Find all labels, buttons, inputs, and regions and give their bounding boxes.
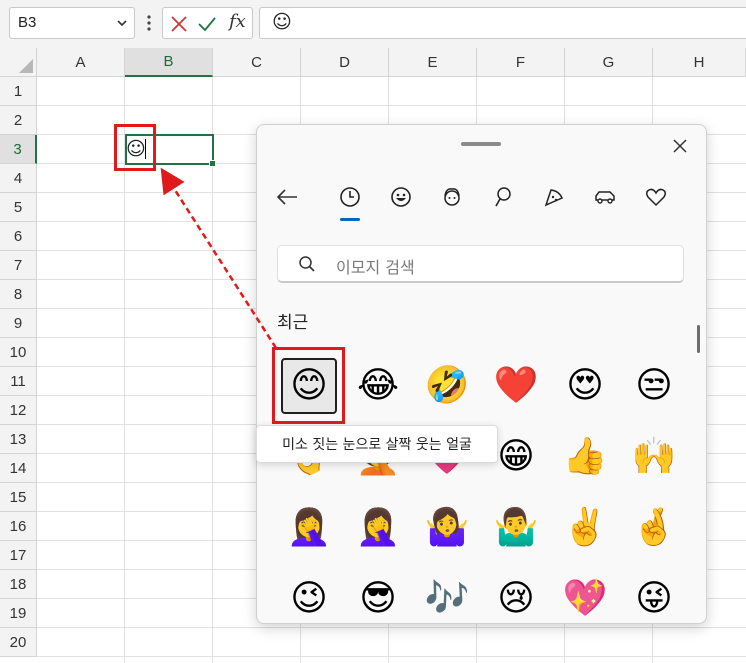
emoji-item[interactable]: 🤞 <box>626 500 682 556</box>
tab-food-pizza-icon[interactable] <box>540 183 568 211</box>
row-header-6[interactable]: 6 <box>0 222 37 251</box>
row-header-20[interactable]: 20 <box>0 628 37 657</box>
tab-recent-clock-icon[interactable] <box>336 183 364 211</box>
row-header-17[interactable]: 17 <box>0 541 37 570</box>
emoji-item[interactable]: 😂 <box>350 358 406 414</box>
close-icon[interactable] <box>669 135 691 157</box>
row-header-10[interactable]: 10 <box>0 338 37 367</box>
emoji-item[interactable]: 🙌 <box>626 429 682 485</box>
emoji-item[interactable]: 👍 <box>557 429 613 485</box>
column-header-c[interactable]: C <box>213 48 301 77</box>
name-box-value: B3 <box>18 14 37 31</box>
emoji-item[interactable]: 😢 <box>488 571 544 623</box>
highlight-box-emoji <box>272 347 345 424</box>
column-header-h[interactable]: H <box>653 48 746 77</box>
active-tab-indicator <box>340 218 360 221</box>
row-header-12[interactable]: 12 <box>0 396 37 425</box>
row-gridline <box>37 105 746 106</box>
row-header-14[interactable]: 14 <box>0 454 37 483</box>
row-header-4[interactable]: 4 <box>0 164 37 193</box>
formula-buttons: fx <box>162 7 253 39</box>
row-header-13[interactable]: 13 <box>0 425 37 454</box>
search-icon <box>299 256 315 272</box>
row-header-2[interactable]: 2 <box>0 106 37 135</box>
row-header-9[interactable]: 9 <box>0 309 37 338</box>
row-gridline <box>37 656 746 657</box>
section-title-recent: 최근 <box>277 313 309 333</box>
column-header-a[interactable]: A <box>37 48 125 77</box>
select-all-button[interactable] <box>0 48 37 77</box>
name-box[interactable]: B3 <box>9 7 135 39</box>
row-header-7[interactable]: 7 <box>0 251 37 280</box>
row-header-15[interactable]: 15 <box>0 483 37 512</box>
row-header-19[interactable]: 19 <box>0 599 37 628</box>
emoji-item[interactable]: 🤷‍♂️ <box>488 500 544 556</box>
tab-nature-icon[interactable] <box>489 183 517 211</box>
cancel-icon[interactable] <box>170 15 188 33</box>
row-header-5[interactable]: 5 <box>0 193 37 222</box>
scrollbar-thumb[interactable] <box>697 325 700 353</box>
column-header-f[interactable]: F <box>477 48 565 77</box>
emoji-item[interactable]: ✌️ <box>557 500 613 556</box>
highlight-box-cell <box>114 124 156 171</box>
emoji-item[interactable]: 💖 <box>557 571 613 623</box>
back-arrow-icon[interactable] <box>273 183 301 211</box>
tab-heart-icon[interactable] <box>642 183 670 211</box>
emoji-item[interactable]: 🤷‍♀️ <box>419 500 475 556</box>
more-options-icon[interactable] <box>147 15 151 31</box>
emoji-item[interactable]: 😜 <box>626 571 682 623</box>
row-header-8[interactable]: 8 <box>0 280 37 309</box>
drag-handle[interactable] <box>461 142 501 146</box>
emoji-item[interactable]: 😍 <box>557 358 613 414</box>
emoji-item[interactable]: 😎 <box>350 571 406 623</box>
emoji-item[interactable]: 😒 <box>626 358 682 414</box>
column-header-d[interactable]: D <box>301 48 389 77</box>
row-gridline <box>37 627 746 628</box>
column-header-g[interactable]: G <box>565 48 653 77</box>
emoji-item[interactable]: 😉 <box>281 571 337 623</box>
row-header-1[interactable]: 1 <box>0 77 37 106</box>
tab-people-icon[interactable] <box>438 183 466 211</box>
formula-toolbar: B3 fx ☺ <box>0 0 746 48</box>
column-header-e[interactable]: E <box>389 48 477 77</box>
enter-check-icon[interactable] <box>197 15 217 33</box>
tab-smiley-icon[interactable] <box>387 183 415 211</box>
row-header-18[interactable]: 18 <box>0 570 37 599</box>
insert-function-icon[interactable]: fx <box>229 11 246 32</box>
emoji-search-input[interactable]: 이모지 검색 <box>277 245 684 283</box>
emoji-item[interactable]: ❤️ <box>488 358 544 414</box>
formula-input[interactable]: ☺ <box>259 7 746 39</box>
fill-handle[interactable] <box>209 160 216 167</box>
row-header-3[interactable]: 3 <box>0 135 37 164</box>
row-header-11[interactable]: 11 <box>0 367 37 396</box>
column-header-b[interactable]: B <box>125 48 213 77</box>
search-placeholder: 이모지 검색 <box>336 258 415 277</box>
emoji-item[interactable]: 🤦‍♀️ <box>350 500 406 556</box>
row-header-16[interactable]: 16 <box>0 512 37 541</box>
emoji-item[interactable]: 🤣 <box>419 358 475 414</box>
emoji-tooltip: 미소 짓는 눈으로 살짝 웃는 얼굴 <box>256 425 498 463</box>
emoji-item[interactable]: 🎶 <box>419 571 475 623</box>
chevron-down-icon[interactable] <box>116 17 128 29</box>
formula-value: ☺ <box>272 11 292 33</box>
tab-travel-car-icon[interactable] <box>591 183 619 211</box>
emoji-item[interactable]: 🤦‍♀️ <box>281 500 337 556</box>
